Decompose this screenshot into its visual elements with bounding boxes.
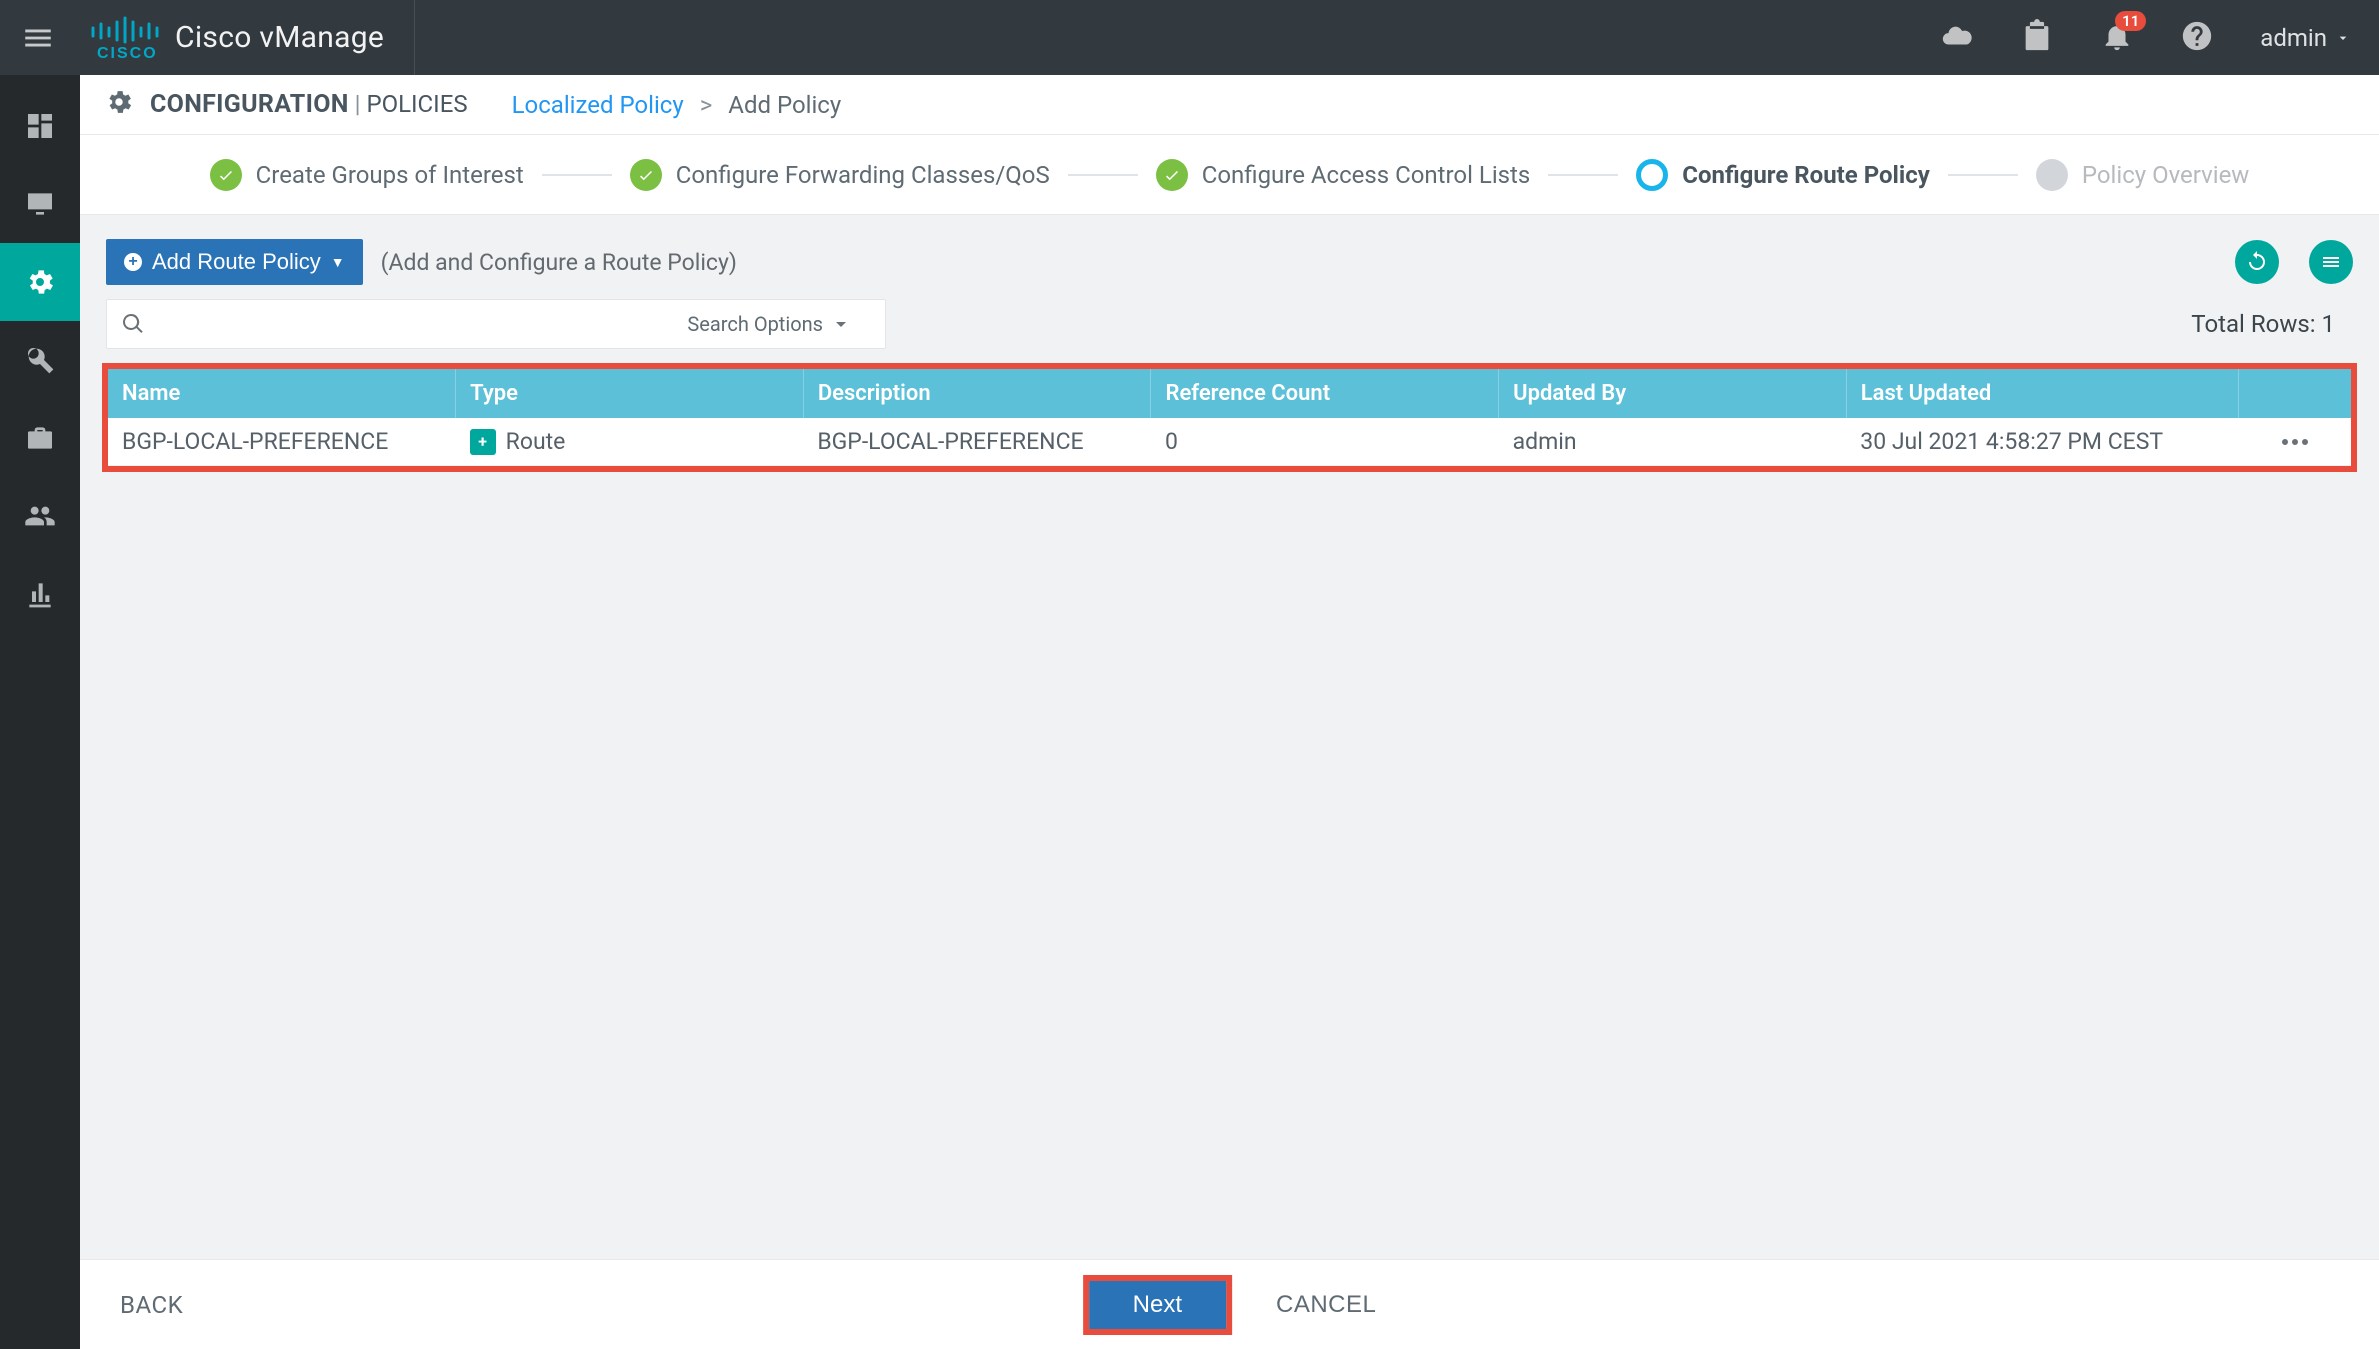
nav-tools[interactable]: [0, 321, 80, 399]
total-rows-label: Total Rows: 1: [2191, 310, 2353, 338]
briefcase-icon: [24, 422, 56, 454]
route-type-icon: +: [470, 429, 496, 455]
step-overview[interactable]: Policy Overview: [2036, 159, 2250, 191]
search-input[interactable]: [157, 313, 687, 336]
step-label: Configure Route Policy: [1682, 161, 1930, 189]
policy-table-highlight: Name Type Description Reference Count Up…: [102, 363, 2357, 472]
cloud-button[interactable]: [1940, 19, 1974, 57]
hamburger-menu[interactable]: [0, 21, 75, 55]
cell-type: Route: [506, 428, 566, 455]
brand: CISCO Cisco vManage: [75, 0, 415, 75]
cell-refcount: 0: [1151, 418, 1499, 466]
step-label: Policy Overview: [2082, 161, 2250, 189]
nav-maintenance[interactable]: [0, 399, 80, 477]
chevron-down-icon: ▼: [331, 254, 345, 270]
cell-name: BGP-LOCAL-PREFERENCE: [108, 418, 456, 466]
step-label: Configure Access Control Lists: [1202, 161, 1531, 189]
clipboard-button[interactable]: [2020, 19, 2054, 57]
svg-text:CISCO: CISCO: [97, 45, 158, 60]
clipboard-icon: [2020, 19, 2054, 53]
user-name: admin: [2260, 24, 2327, 52]
col-name[interactable]: Name: [108, 369, 456, 418]
cell-lastupdated: 30 Jul 2021 4:58:27 PM CEST: [1846, 418, 2239, 466]
search-options-label: Search Options: [687, 312, 823, 336]
breadcrumb-sep: >: [700, 91, 713, 119]
breadcrumb-link[interactable]: Localized Policy: [512, 91, 684, 119]
cisco-logo-icon: CISCO: [89, 16, 161, 60]
col-actions: [2239, 369, 2351, 418]
next-button[interactable]: Next: [1089, 1281, 1226, 1329]
left-sidebar: [0, 75, 80, 1349]
cell-updatedby: admin: [1499, 418, 1847, 466]
subsection-title: POLICIES: [366, 90, 467, 118]
product-name: Cisco vManage: [175, 20, 384, 55]
col-lastupdated[interactable]: Last Updated: [1846, 369, 2239, 418]
table-row[interactable]: BGP-LOCAL-PREFERENCE + Route BGP-LOCAL-P…: [108, 418, 2351, 466]
toolbar-hint: (Add and Configure a Route Policy): [381, 249, 737, 276]
step-label: Create Groups of Interest: [256, 161, 524, 189]
nav-configuration[interactable]: [0, 243, 80, 321]
back-button[interactable]: BACK: [120, 1291, 183, 1319]
nav-monitor[interactable]: [0, 165, 80, 243]
nav-dashboard[interactable]: [0, 87, 80, 165]
step-acl[interactable]: Configure Access Control Lists: [1156, 159, 1531, 191]
hamburger-icon: [21, 21, 55, 55]
topbar: CISCO Cisco vManage 11 admin: [0, 0, 2379, 75]
cloud-icon: [1940, 19, 1974, 53]
search-icon: [121, 312, 145, 336]
menu-button[interactable]: [2309, 240, 2353, 284]
add-route-policy-button[interactable]: + Add Route Policy ▼: [106, 239, 363, 285]
step-route-policy[interactable]: Configure Route Policy: [1636, 159, 1930, 191]
check-icon: [1163, 166, 1181, 184]
refresh-icon: [2245, 250, 2269, 274]
dashboard-icon: [24, 110, 56, 142]
notifications-badge: 11: [2115, 11, 2146, 31]
policy-table: Name Type Description Reference Count Up…: [108, 369, 2351, 466]
search-box[interactable]: Search Options: [106, 299, 886, 349]
col-description[interactable]: Description: [803, 369, 1151, 418]
row-actions-button[interactable]: [2253, 439, 2337, 445]
add-button-label: Add Route Policy: [152, 249, 321, 275]
step-qos[interactable]: Configure Forwarding Classes/QoS: [630, 159, 1050, 191]
breadcrumb-current: Add Policy: [728, 91, 841, 119]
col-refcount[interactable]: Reference Count: [1151, 369, 1499, 418]
plus-icon: +: [124, 253, 142, 271]
section-title: CONFIGURATION: [150, 90, 349, 119]
nav-administration[interactable]: [0, 477, 80, 555]
help-icon: [2180, 19, 2214, 53]
wizard-stepper: Create Groups of Interest Configure Forw…: [80, 135, 2379, 215]
chevron-down-icon: [829, 312, 853, 336]
users-icon: [24, 500, 56, 532]
cancel-button[interactable]: CANCEL: [1276, 1291, 1376, 1319]
user-menu[interactable]: admin: [2260, 24, 2351, 52]
step-groups[interactable]: Create Groups of Interest: [210, 159, 524, 191]
step-label: Configure Forwarding Classes/QoS: [676, 161, 1050, 189]
col-updatedby[interactable]: Updated By: [1499, 369, 1847, 418]
gear-icon: [104, 87, 134, 123]
chart-icon: [24, 578, 56, 610]
monitor-icon: [24, 188, 56, 220]
wrench-icon: [24, 344, 56, 376]
cell-description: BGP-LOCAL-PREFERENCE: [803, 418, 1151, 466]
next-button-highlight: Next: [1083, 1275, 1232, 1335]
check-icon: [637, 166, 655, 184]
help-button[interactable]: [2180, 19, 2214, 57]
check-icon: [217, 166, 235, 184]
wizard-footer: BACK Next CANCEL: [80, 1259, 2379, 1349]
nav-analytics[interactable]: [0, 555, 80, 633]
col-type[interactable]: Type: [456, 369, 804, 418]
notifications-button[interactable]: 11: [2100, 19, 2134, 57]
hamburger-icon: [2319, 250, 2343, 274]
chevron-down-icon: [2335, 30, 2351, 46]
gear-icon: [24, 266, 56, 298]
page-header: CONFIGURATION | POLICIES Localized Polic…: [80, 75, 2379, 135]
search-options[interactable]: Search Options: [687, 312, 871, 336]
refresh-button[interactable]: [2235, 240, 2279, 284]
content-area: + Add Route Policy ▼ (Add and Configure …: [80, 215, 2379, 1259]
